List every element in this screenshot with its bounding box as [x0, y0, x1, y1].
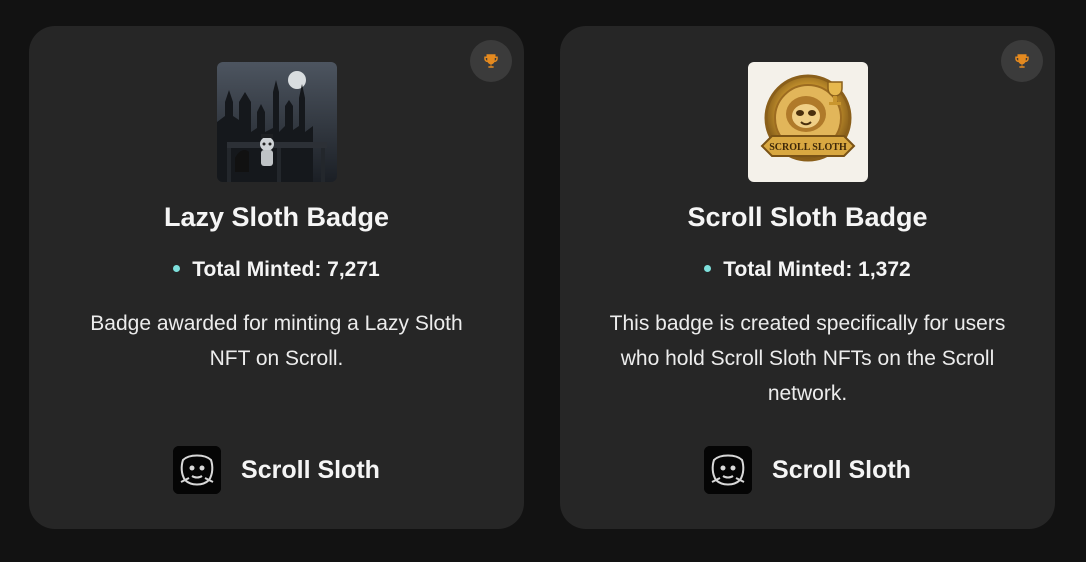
- badge-card-lazy-sloth[interactable]: Lazy Sloth Badge Total Minted: 7,271 Bad…: [29, 26, 524, 529]
- trophy-icon: [484, 54, 498, 68]
- emblem-banner-text: SCROLL SLOTH: [769, 142, 847, 153]
- issuer-name: Scroll Sloth: [241, 455, 380, 484]
- sloth-logo-icon: [173, 446, 222, 494]
- issuer-link[interactable]: Scroll Sloth: [29, 446, 524, 494]
- sloth-logo-icon: [704, 446, 753, 494]
- total-minted-label: Total Minted: 7,271: [192, 258, 380, 281]
- badge-image: SCROLL SLOTH: [747, 62, 868, 182]
- issuer-link[interactable]: Scroll Sloth: [560, 446, 1055, 494]
- trophy-button[interactable]: [470, 40, 512, 82]
- total-minted: Total Minted: 7,271: [29, 258, 524, 282]
- badge-title: Lazy Sloth Badge: [163, 202, 390, 232]
- issuer-name: Scroll Sloth: [772, 455, 911, 484]
- badge-image: [216, 62, 337, 182]
- badge-description: Badge awarded for minting a Lazy Sloth N…: [90, 312, 463, 370]
- badge-title: Scroll Sloth Badge: [687, 202, 928, 232]
- gothic-city-sloth-image: [216, 62, 337, 182]
- total-minted: Total Minted: 1,372: [560, 258, 1055, 282]
- badge-grid: Lazy Sloth Badge Total Minted: 7,271 Bad…: [0, 0, 1086, 562]
- trophy-icon: [1015, 54, 1029, 68]
- issuer-logo: [704, 446, 753, 494]
- issuer-logo: [173, 446, 222, 494]
- badge-description: This badge is created specifically for u…: [609, 312, 1006, 405]
- trophy-button[interactable]: [1001, 40, 1043, 82]
- bullet-dot: [704, 264, 712, 272]
- total-minted-label: Total Minted: 1,372: [723, 258, 911, 281]
- golden-sloth-emblem-image: SCROLL SLOTH: [747, 62, 868, 182]
- bullet-dot: [173, 264, 181, 272]
- badge-card-scroll-sloth[interactable]: SCROLL SLOTH Scroll Sloth Badge Total Mi…: [560, 26, 1055, 529]
